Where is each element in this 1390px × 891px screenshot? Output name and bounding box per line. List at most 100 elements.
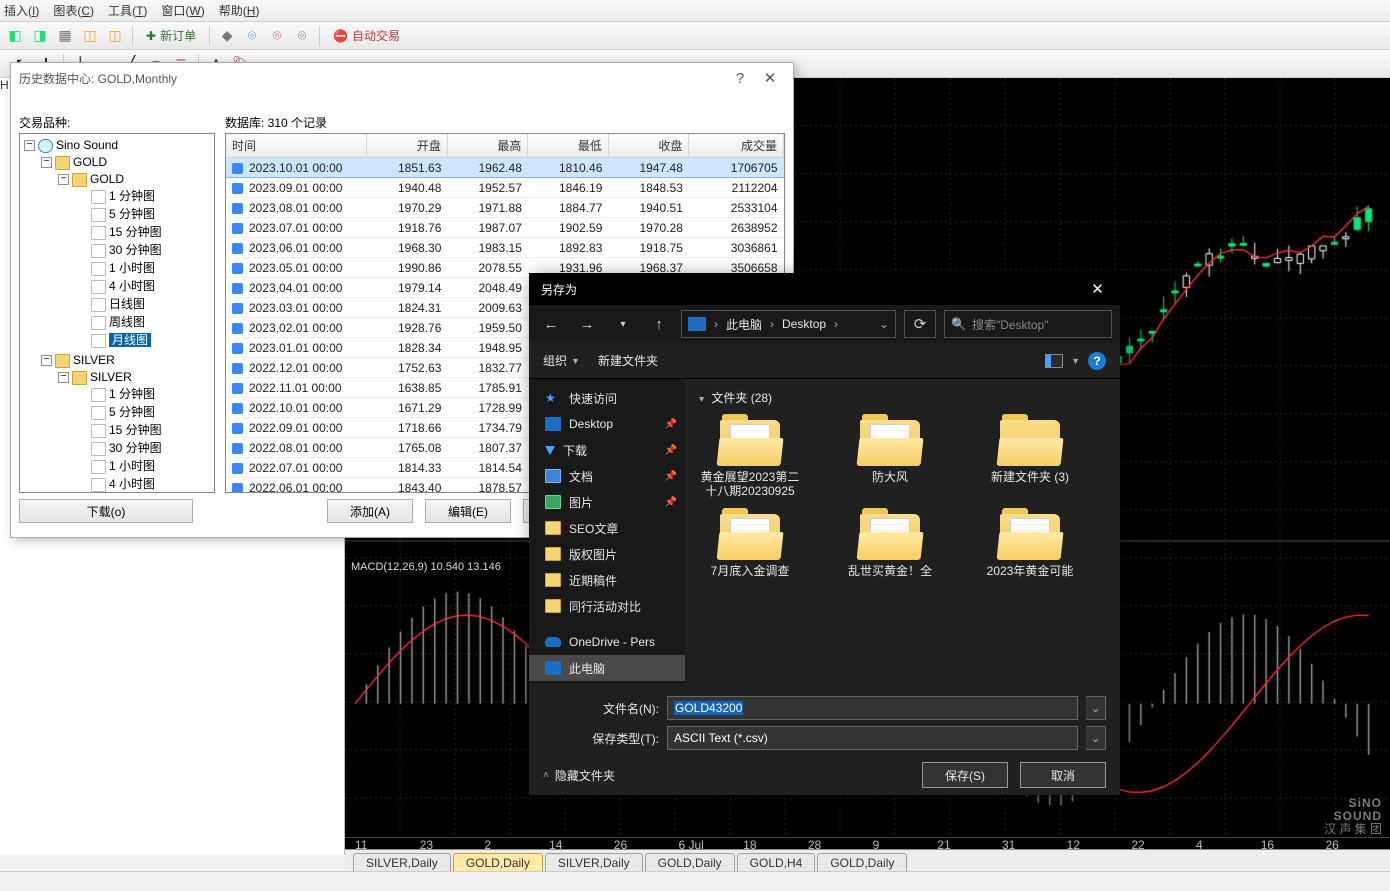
- sidebar-item[interactable]: 下载📌: [529, 437, 685, 463]
- sidebar-item[interactable]: 图片📌: [529, 489, 685, 515]
- server-node[interactable]: −Sino Sound−GOLD−GOLD1 分钟图5 分钟图15 分钟图30 …: [24, 136, 214, 493]
- chart-tab[interactable]: GOLD,H4: [737, 853, 816, 871]
- timeframe-item[interactable]: 1 分钟图: [75, 385, 214, 403]
- chart-tab[interactable]: GOLD,Daily: [645, 853, 735, 871]
- timeframe-item[interactable]: 月线图: [75, 331, 214, 349]
- filename-input[interactable]: GOLD43200: [667, 696, 1078, 720]
- back-icon[interactable]: ←: [537, 310, 565, 338]
- cancel-button[interactable]: 取消: [1020, 762, 1106, 788]
- close-icon[interactable]: ✕: [755, 69, 785, 87]
- timeframe-item[interactable]: 1 分钟图: [75, 187, 214, 205]
- tb-icon[interactable]: ◨: [29, 25, 51, 47]
- menu-insert[interactable]: 插入(I): [4, 2, 39, 19]
- col-header[interactable]: 最高: [447, 134, 528, 158]
- timeframe-item[interactable]: 4 小时图: [75, 277, 214, 295]
- symbol-group[interactable]: −GOLD−GOLD1 分钟图5 分钟图15 分钟图30 分钟图1 小时图4 小…: [41, 153, 214, 351]
- sidebar-item[interactable]: 版权图片: [529, 541, 685, 567]
- timeframe-item[interactable]: 4 小时图: [75, 475, 214, 493]
- file-pane[interactable]: ▸ 文件夹 (28) 黄金展望2023第二十八期20230925 防大风新建文件夹…: [685, 379, 1120, 683]
- chart-tab[interactable]: GOLD,Daily: [817, 853, 907, 871]
- tb-icon[interactable]: ⌾: [241, 25, 263, 47]
- folder-item[interactable]: 2023年黄金可能: [975, 508, 1085, 592]
- col-header[interactable]: 收盘: [608, 134, 689, 158]
- menu-chart[interactable]: 图表(C): [53, 2, 94, 19]
- add-button[interactable]: 添加(A): [327, 499, 413, 523]
- saveas-titlebar[interactable]: 另存为 ✕: [529, 273, 1120, 305]
- menu-window[interactable]: 窗口(W): [161, 2, 204, 19]
- sidebar-item[interactable]: 近期稿件: [529, 567, 685, 593]
- sidebar-item[interactable]: Desktop📌: [529, 411, 685, 437]
- timeframe-item[interactable]: 日线图: [75, 295, 214, 313]
- timeframe-item[interactable]: 5 分钟图: [75, 403, 214, 421]
- timeframe-item[interactable]: 15 分钟图: [75, 223, 214, 241]
- breadcrumb[interactable]: Desktop: [782, 317, 826, 331]
- col-header[interactable]: 时间: [226, 134, 367, 158]
- menu-tools[interactable]: 工具(T): [108, 2, 147, 19]
- refresh-icon[interactable]: ⟳: [904, 310, 936, 338]
- folder-item[interactable]: 黄金展望2023第二十八期20230925: [695, 414, 805, 498]
- table-row[interactable]: 2023.08.01 00:001970.291971.881884.77194…: [226, 198, 784, 218]
- recent-icon[interactable]: ▾: [609, 310, 637, 338]
- new-folder-button[interactable]: 新建文件夹: [598, 352, 658, 369]
- download-button[interactable]: 下载(o): [19, 499, 193, 523]
- search-input[interactable]: 🔍 搜索"Desktop": [944, 310, 1112, 338]
- table-row[interactable]: 2023.10.01 00:001851.631962.481810.46194…: [226, 158, 784, 178]
- timeframe-item[interactable]: 1 小时图: [75, 259, 214, 277]
- folder-item[interactable]: 乱世买黄金！全: [835, 508, 945, 592]
- symbol-node[interactable]: −SILVER1 分钟图5 分钟图15 分钟图30 分钟图1 小时图4 小时图日…: [58, 368, 214, 493]
- save-button[interactable]: 保存(S): [922, 762, 1008, 788]
- layout-icon[interactable]: [1045, 354, 1063, 368]
- timeframe-item[interactable]: 30 分钟图: [75, 439, 214, 457]
- close-icon[interactable]: ✕: [1075, 273, 1120, 305]
- symbol-node[interactable]: −GOLD1 分钟图5 分钟图15 分钟图30 分钟图1 小时图4 小时图日线图…: [58, 170, 214, 350]
- group-header[interactable]: ▸ 文件夹 (28): [695, 385, 1110, 414]
- sidebar-item[interactable]: SEO文章: [529, 515, 685, 541]
- timeframe-item[interactable]: 1 小时图: [75, 457, 214, 475]
- chart-tab[interactable]: SILVER,Daily: [545, 853, 643, 871]
- help-icon[interactable]: ?: [1088, 352, 1106, 370]
- tb-icon[interactable]: ⌾: [266, 25, 288, 47]
- tb-icon[interactable]: ▦: [54, 25, 76, 47]
- chevron-down-icon[interactable]: ⌄: [879, 317, 889, 331]
- chevron-down-icon[interactable]: ⌄: [1086, 726, 1106, 750]
- chart-tab[interactable]: GOLD,Daily: [453, 853, 543, 871]
- table-row[interactable]: 2023.09.01 00:001940.481952.571846.19184…: [226, 178, 784, 198]
- new-order-button[interactable]: ✚ 新订单: [139, 25, 203, 47]
- table-row[interactable]: 2023.07.01 00:001918.761987.071902.59197…: [226, 218, 784, 238]
- sidebar-item[interactable]: ★快速访问: [529, 385, 685, 411]
- folder-item[interactable]: 新建文件夹 (3): [975, 414, 1085, 498]
- tb-icon[interactable]: ◧: [4, 25, 26, 47]
- auto-trade-button[interactable]: ⛔ 自动交易: [326, 25, 407, 47]
- tb-icon[interactable]: ◫: [79, 25, 101, 47]
- timeframe-item[interactable]: 周线图: [75, 313, 214, 331]
- forward-icon[interactable]: →: [573, 310, 601, 338]
- timeframe-item[interactable]: 15 分钟图: [75, 421, 214, 439]
- dialog-titlebar[interactable]: 历史数据中心: GOLD,Monthly ? ✕: [11, 63, 793, 93]
- filetype-select[interactable]: ASCII Text (*.csv): [667, 726, 1078, 750]
- menu-help[interactable]: 帮助(H): [219, 2, 260, 19]
- tb-icon[interactable]: ◫: [104, 25, 126, 47]
- address-bar[interactable]: › 此电脑 › Desktop › ⌄: [681, 310, 896, 338]
- col-header[interactable]: 成交量: [689, 134, 784, 158]
- folder-item[interactable]: 防大风: [835, 414, 945, 498]
- folder-item[interactable]: 7月底入金调查: [695, 508, 805, 592]
- breadcrumb[interactable]: 此电脑: [726, 316, 762, 333]
- up-icon[interactable]: ↑: [645, 310, 673, 338]
- table-row[interactable]: 2023.06.01 00:001968.301983.151892.83191…: [226, 238, 784, 258]
- chevron-down-icon[interactable]: ▼: [1071, 356, 1080, 366]
- sidebar-item[interactable]: 此电脑: [529, 655, 685, 681]
- timeframe-item[interactable]: 5 分钟图: [75, 205, 214, 223]
- tb-icon[interactable]: ⌾: [291, 25, 313, 47]
- edit-button[interactable]: 编辑(E): [425, 499, 511, 523]
- chart-tab[interactable]: SILVER,Daily: [353, 853, 451, 871]
- hide-folders-toggle[interactable]: ˄ 隐藏文件夹: [543, 767, 615, 784]
- timeframe-item[interactable]: 30 分钟图: [75, 241, 214, 259]
- col-header[interactable]: 开盘: [367, 134, 448, 158]
- symbol-tree[interactable]: −Sino Sound−GOLD−GOLD1 分钟图5 分钟图15 分钟图30 …: [19, 133, 215, 493]
- sidebar-item[interactable]: OneDrive - Pers: [529, 629, 685, 655]
- symbol-group[interactable]: −SILVER−SILVER1 分钟图5 分钟图15 分钟图30 分钟图1 小时…: [41, 351, 214, 493]
- saveas-sidebar[interactable]: ★快速访问Desktop📌下载📌文档📌图片📌SEO文章版权图片近期稿件同行活动对…: [529, 379, 685, 683]
- tb-icon[interactable]: ◆: [216, 25, 238, 47]
- chevron-down-icon[interactable]: ⌄: [1086, 696, 1106, 720]
- sidebar-item[interactable]: 文档📌: [529, 463, 685, 489]
